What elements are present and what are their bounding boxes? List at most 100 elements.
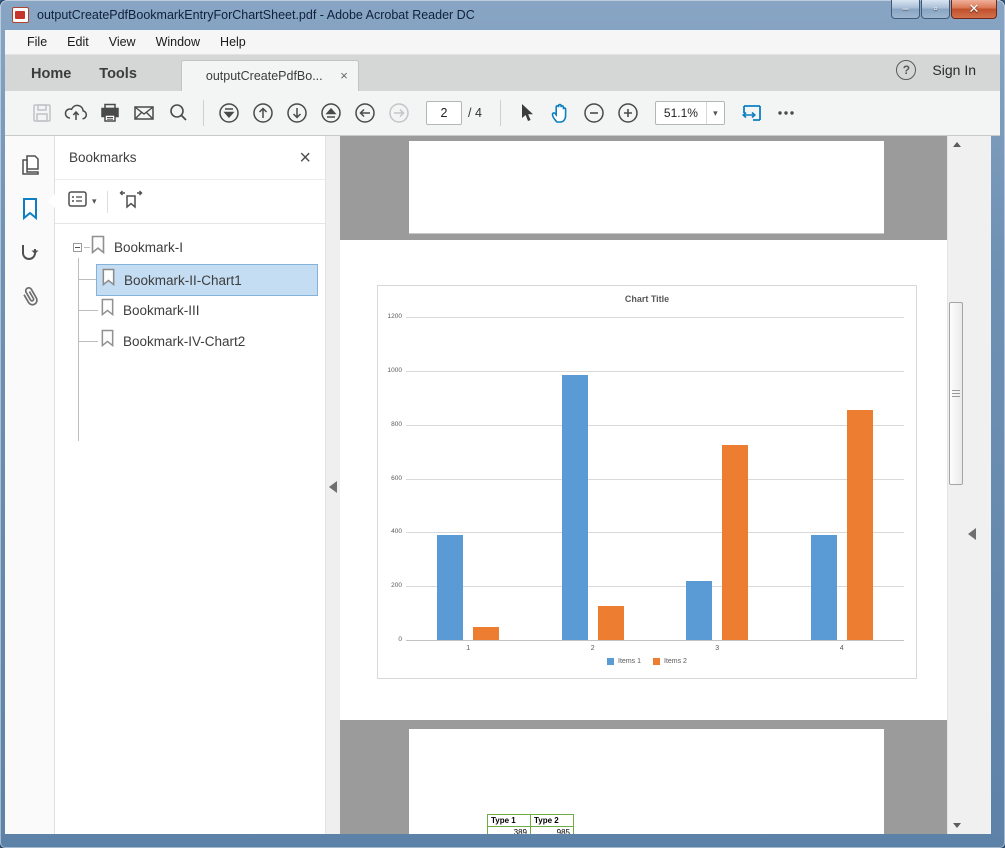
vertical-scrollbar[interactable] — [947, 136, 964, 834]
y-axis-tick-label: 600 — [378, 475, 402, 482]
scroll-down-button[interactable] — [948, 817, 965, 834]
tab-home[interactable]: Home — [17, 58, 85, 91]
chart-title: Chart Title — [378, 294, 916, 304]
fit-width-button[interactable] — [735, 96, 769, 130]
triangle-down-icon — [953, 823, 961, 828]
zoom-level-select[interactable]: 51.1% ▾ — [655, 101, 725, 125]
share-button[interactable] — [59, 96, 93, 130]
zoom-in-button[interactable] — [611, 96, 645, 130]
tree-connector — [78, 258, 79, 441]
bookmark-tree: Bookmark-I Bookmark-II-Chart1 Bookmark-I… — [55, 232, 325, 834]
bookmark-item-root[interactable]: Bookmark-I — [73, 235, 183, 260]
page-number-input[interactable] — [426, 101, 462, 125]
bar-items-2-cat2 — [598, 606, 624, 640]
expand-current-bookmark-button[interactable] — [118, 188, 144, 215]
y-axis-tick-label: 1000 — [378, 367, 402, 374]
gridline — [406, 317, 904, 318]
x-axis-tick-label: 2 — [573, 645, 613, 652]
close-panel-icon[interactable]: × — [299, 150, 311, 166]
previous-view-button[interactable] — [348, 96, 382, 130]
x-axis-tick-label: 1 — [448, 645, 488, 652]
scroll-up-button[interactable] — [948, 136, 965, 153]
close-button[interactable]: ✕ — [951, 0, 997, 19]
pdf-page-3-top: Type 1 Type 2 389 985 — [409, 729, 884, 834]
zoom-out-button[interactable] — [577, 96, 611, 130]
bookmarks-panel-button[interactable] — [14, 196, 46, 226]
help-icon[interactable]: ? — [896, 60, 916, 80]
legend-item: Items 1 — [607, 658, 641, 665]
collapse-left-panel-icon[interactable] — [329, 481, 337, 493]
minimize-button[interactable]: – — [891, 0, 920, 19]
sign-in-button[interactable]: Sign In — [932, 62, 976, 78]
tab-tools[interactable]: Tools — [85, 58, 151, 91]
open-tools-pane-icon[interactable] — [968, 528, 976, 540]
print-button[interactable] — [93, 96, 127, 130]
next-view-button[interactable] — [382, 96, 416, 130]
menu-window[interactable]: Window — [146, 31, 210, 53]
tab-bar: Home Tools outputCreatePdfBo... × ? Sign… — [5, 55, 1000, 91]
menu-file[interactable]: File — [17, 31, 57, 53]
uturn-arrow-panel-button[interactable] — [14, 240, 46, 270]
search-button[interactable] — [161, 96, 195, 130]
y-axis-tick-label: 200 — [378, 582, 402, 589]
document-pane[interactable]: Chart Title 0200400600800100012001234Ite… — [340, 136, 947, 834]
bookmark-label[interactable]: Bookmark-II-Chart1 — [124, 273, 242, 288]
bookmark-options-button[interactable]: ▾ — [67, 189, 97, 214]
page-thumbnails-button[interactable] — [14, 152, 46, 182]
bookmark-item[interactable]: Bookmark-III — [100, 298, 200, 322]
bookmark-label[interactable]: Bookmark-I — [114, 240, 183, 255]
bar-items-2-cat4 — [847, 410, 873, 640]
page-total-label: / 4 — [468, 106, 482, 120]
bookmark-label[interactable]: Bookmark-IV-Chart2 — [123, 334, 245, 349]
maximize-button[interactable]: ▫ — [921, 0, 950, 19]
legend-label: Items 2 — [664, 658, 687, 665]
chart: Chart Title 0200400600800100012001234Ite… — [377, 285, 917, 679]
main-area: Bookmarks × ▾ — [5, 136, 991, 834]
bookmark-label[interactable]: Bookmark-III — [123, 303, 200, 318]
collapse-expander-icon[interactable] — [73, 243, 82, 252]
tab-close-icon[interactable]: × — [340, 71, 348, 81]
y-axis-tick-label: 400 — [378, 528, 402, 535]
email-button[interactable] — [127, 96, 161, 130]
gridline — [406, 371, 904, 372]
app-icon — [12, 7, 29, 23]
chevron-down-icon: ▾ — [92, 196, 97, 207]
previous-page-icon — [251, 101, 275, 125]
attachments-button[interactable] — [14, 284, 46, 314]
panel-resize-gutter[interactable] — [325, 136, 340, 834]
tab-document[interactable]: outputCreatePdfBo... × — [181, 60, 359, 91]
zoom-out-icon — [582, 101, 606, 125]
menu-help[interactable]: Help — [210, 31, 256, 53]
gridline — [406, 479, 904, 480]
hand-tool-button[interactable] — [543, 96, 577, 130]
gridline — [406, 640, 904, 641]
share-icon — [64, 102, 88, 124]
select-tool-button[interactable] — [509, 96, 543, 130]
menu-view[interactable]: View — [99, 31, 146, 53]
menu-edit[interactable]: Edit — [57, 31, 99, 53]
next-page-button[interactable] — [280, 96, 314, 130]
table-header-cell: Type 1 — [488, 815, 531, 827]
more-tools-button[interactable] — [769, 96, 803, 130]
title-bar[interactable]: outputCreatePdfBookmarkEntryForChartShee… — [0, 0, 1005, 30]
first-page-button[interactable] — [212, 96, 246, 130]
uturn-arrow-icon — [18, 241, 42, 270]
first-page-icon — [217, 101, 241, 125]
save-button[interactable] — [25, 96, 59, 130]
options-menu-icon — [67, 189, 89, 214]
y-axis-tick-label: 1200 — [378, 313, 402, 320]
previous-page-button[interactable] — [246, 96, 280, 130]
y-axis-tick-label: 800 — [378, 421, 402, 428]
last-page-button[interactable] — [314, 96, 348, 130]
search-icon — [167, 102, 189, 124]
document-tab-label: outputCreatePdfBo... — [206, 69, 334, 83]
print-icon — [99, 102, 121, 124]
scrollbar-thumb[interactable] — [949, 302, 963, 485]
zoom-level-value: 51.1% — [656, 106, 706, 120]
chevron-down-icon[interactable]: ▾ — [706, 102, 724, 124]
bookmark-item[interactable]: Bookmark-IV-Chart2 — [100, 329, 245, 353]
table-cell: 985 — [531, 827, 574, 835]
bookmark-item-selected[interactable]: Bookmark-II-Chart1 — [96, 264, 318, 296]
bar-items-1-cat2 — [562, 375, 588, 640]
previous-view-icon — [353, 101, 377, 125]
